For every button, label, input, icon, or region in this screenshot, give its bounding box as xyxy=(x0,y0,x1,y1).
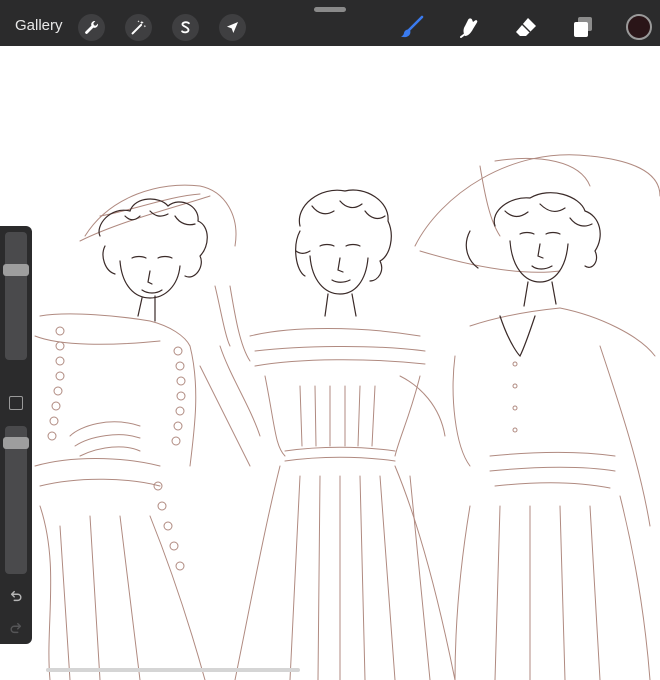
toolbar-grabber[interactable] xyxy=(314,7,346,12)
selection-button[interactable] xyxy=(172,14,199,41)
layers-icon xyxy=(574,17,592,37)
procreate-app: Gallery xyxy=(0,0,660,680)
selection-s-icon xyxy=(181,21,190,34)
sketch-artwork xyxy=(34,154,660,680)
undo-button[interactable] xyxy=(8,588,24,604)
smudge-tool-button[interactable] xyxy=(455,13,483,41)
brush-size-slider[interactable] xyxy=(5,232,27,360)
adjustments-button[interactable] xyxy=(125,14,152,41)
wrench-icon xyxy=(85,21,98,34)
opacity-thumb[interactable] xyxy=(3,436,29,449)
actions-button[interactable] xyxy=(78,14,105,41)
left-sidebar xyxy=(0,226,32,644)
magic-wand-icon xyxy=(131,20,147,35)
top-toolbar: Gallery xyxy=(0,0,660,46)
brush-icon xyxy=(401,15,424,38)
brush-size-thumb[interactable] xyxy=(3,264,29,277)
undo-icon xyxy=(10,590,22,602)
drawing-canvas[interactable] xyxy=(0,46,660,680)
eraser-tool-button[interactable] xyxy=(512,13,540,41)
modify-button[interactable] xyxy=(9,396,23,410)
brush-tool-button[interactable] xyxy=(398,13,426,41)
eraser-icon xyxy=(516,18,536,36)
redo-icon xyxy=(10,622,22,634)
layers-tool-button[interactable] xyxy=(569,13,597,41)
redo-button[interactable] xyxy=(8,620,24,636)
transform-button[interactable] xyxy=(219,14,246,41)
scroll-indicator xyxy=(46,668,300,672)
arrow-cursor-icon xyxy=(226,21,239,34)
color-picker-button[interactable] xyxy=(626,14,652,40)
smudge-icon xyxy=(460,18,478,38)
gallery-button[interactable]: Gallery xyxy=(15,17,63,34)
